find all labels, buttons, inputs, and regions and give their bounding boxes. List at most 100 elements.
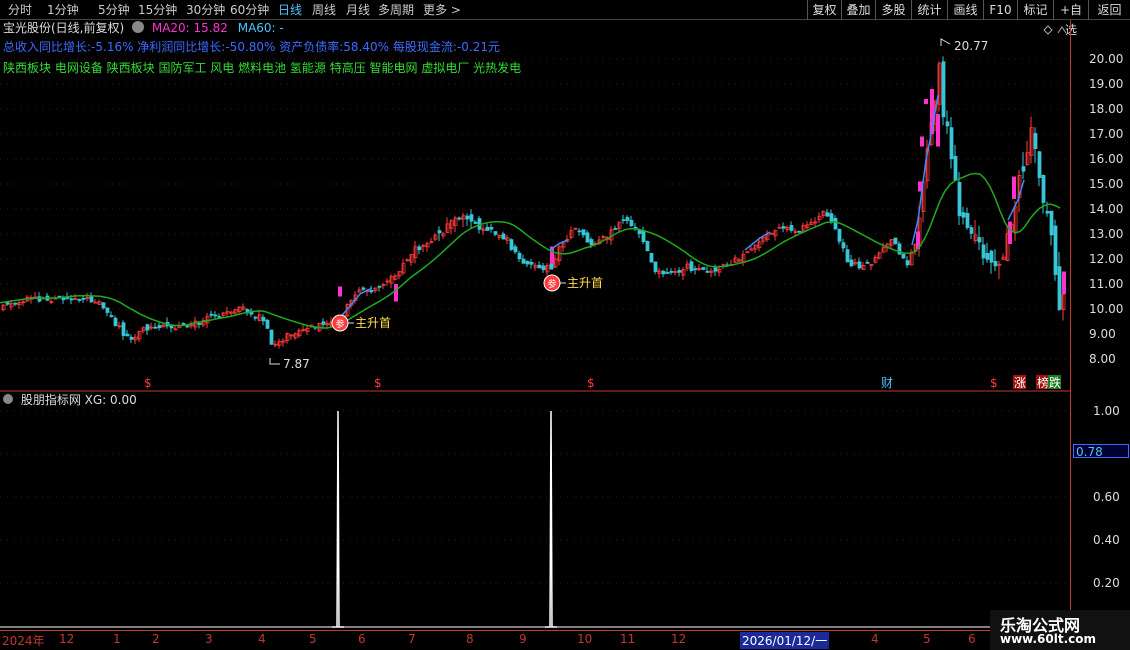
- price-tick-label: 15.00: [1089, 177, 1124, 191]
- price-candle: [969, 227, 974, 234]
- price-candle: [77, 299, 82, 301]
- price-candle: [577, 230, 582, 233]
- price-candle: [713, 267, 718, 272]
- indicator-spike: [545, 410, 557, 628]
- price-candle: [985, 253, 990, 260]
- high-label: 20.77: [954, 39, 988, 53]
- price-candle: [629, 220, 634, 227]
- price-tick-label: 18.00: [1089, 102, 1124, 116]
- price-candle: [89, 296, 94, 303]
- price-tick-label: 16.00: [1089, 152, 1124, 166]
- signal-bar: [394, 284, 398, 302]
- price-candle: [1041, 175, 1046, 203]
- price-candle: [613, 228, 618, 230]
- price-candle: [589, 239, 594, 246]
- indicator-tick-label: 0.20: [1093, 576, 1120, 590]
- price-candle: [437, 230, 442, 234]
- price-candle: [833, 217, 838, 230]
- price-candle: [893, 237, 898, 245]
- price-candle: [469, 214, 474, 222]
- price-candle: [649, 253, 654, 263]
- signal-bar: [936, 114, 940, 147]
- price-candle: [1045, 210, 1050, 214]
- price-candle: [509, 239, 514, 250]
- price-candle: [621, 219, 626, 222]
- price-candle: [521, 258, 526, 264]
- price-candle: [665, 272, 670, 274]
- price-candle: [661, 270, 666, 275]
- price-tick-label: 8.00: [1089, 352, 1116, 366]
- price-candle: [265, 319, 270, 329]
- event-mark: $: [990, 376, 998, 390]
- price-candle: [977, 237, 982, 243]
- price-candle: [213, 314, 218, 317]
- price-candle: [181, 323, 186, 325]
- price-candle: [517, 252, 522, 260]
- price-candle: [581, 229, 586, 236]
- event-mark: $: [587, 376, 595, 390]
- price-candle: [797, 230, 802, 233]
- date-tick-label: 2026/01/12/一: [740, 632, 830, 649]
- price-candle: [961, 212, 966, 218]
- price-candle: [645, 240, 650, 252]
- price-candle: [1057, 266, 1062, 310]
- event-mark: 涨: [1014, 375, 1026, 390]
- price-candle: [1021, 166, 1026, 172]
- date-tick-label: 12: [671, 632, 687, 646]
- date-axis: [0, 630, 1070, 650]
- indicator-title-text: 股朋指标网 XG: 0.00: [20, 393, 137, 407]
- price-candle: [701, 267, 706, 270]
- price-candle: [641, 230, 646, 243]
- price-candle: [493, 231, 498, 235]
- price-candle: [857, 261, 862, 269]
- price-candle: [845, 249, 850, 263]
- price-candle: [101, 302, 106, 309]
- price-candle: [197, 323, 202, 325]
- indicator-current-value: 0.78: [1073, 444, 1129, 459]
- price-tick-label: 14.00: [1089, 202, 1124, 216]
- price-candle: [525, 260, 530, 265]
- price-candle: [361, 287, 366, 290]
- price-candle: [321, 321, 326, 325]
- watermark-url: www.60lt.com: [1000, 632, 1097, 646]
- low-label: 7.87: [283, 357, 310, 371]
- indicator-tick-label: 0.60: [1093, 490, 1120, 504]
- price-candle: [625, 217, 630, 221]
- signal-bar: [1008, 221, 1012, 244]
- price-candle: [841, 242, 846, 249]
- event-mark: $: [374, 376, 382, 390]
- date-tick-label: 8: [466, 632, 474, 646]
- date-tick-label: 12: [59, 632, 75, 646]
- date-tick-label: 4: [871, 632, 879, 646]
- price-candle: [945, 121, 950, 127]
- price-candle: [549, 263, 554, 270]
- indicator-tick-label: 1.00: [1093, 404, 1120, 418]
- price-candle: [905, 260, 910, 266]
- price-candle: [837, 228, 842, 242]
- price-candle: [5, 302, 10, 305]
- price-candle: [417, 246, 422, 251]
- price-candle: [653, 261, 658, 272]
- event-mark: $: [144, 376, 152, 390]
- date-tick-label: 9: [519, 632, 527, 646]
- price-tick-label: 20.00: [1089, 52, 1124, 66]
- price-candle: [705, 270, 710, 273]
- price-candle: [1037, 151, 1042, 178]
- price-candle: [489, 227, 494, 230]
- price-candle: [501, 233, 506, 240]
- ma60-segment: [911, 94, 939, 246]
- price-candle: [829, 213, 834, 222]
- date-tick-label: 4: [258, 632, 266, 646]
- event-mark: 跌: [1049, 375, 1061, 390]
- date-tick-label: 2: [152, 632, 160, 646]
- diamond-icon: [1043, 25, 1053, 35]
- price-candle: [1053, 225, 1058, 275]
- price-candle: [865, 261, 870, 264]
- price-candle: [377, 285, 382, 288]
- price-candle: [457, 217, 462, 220]
- price-candle: [993, 261, 998, 267]
- indicator-settings-icon[interactable]: [3, 394, 13, 404]
- price-tick-label: 13.00: [1089, 227, 1124, 241]
- price-candle: [781, 226, 786, 229]
- event-mark: 财: [881, 376, 893, 390]
